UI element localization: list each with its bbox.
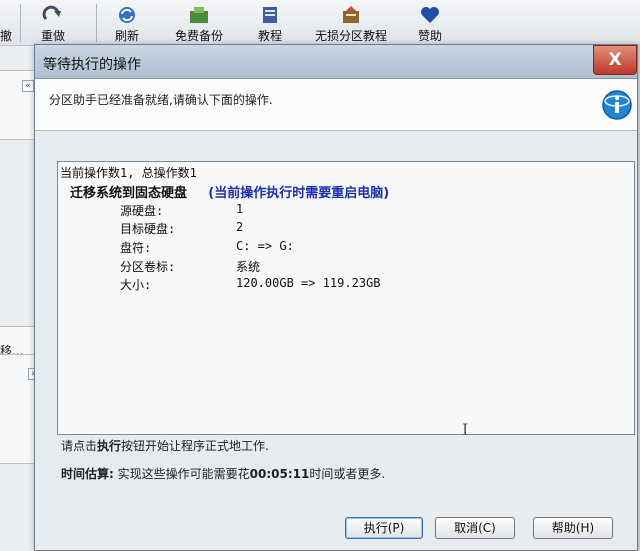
toolbar-separator [96,4,97,42]
detail-label: 分区卷标: [120,260,176,274]
detail-value: C: => G: [236,239,294,253]
pending-operations-dialog: 等待执行的操作 X 分区助手已经准备就绪,请确认下面的操作. 当前操作数1, 总… [34,44,638,551]
execute-instruction: 请点击执行按钮开始让程序正式地工作. [61,437,269,454]
detail-label: 目标硬盘: [120,222,176,236]
operation-heading: 迁移系统到固态硬盘 (当前操作执行时需要重启电脑) [70,182,389,201]
help-button[interactable]: 帮助(H) [533,517,613,539]
operation-summary: 当前操作数1, 总操作数1 [60,166,197,180]
toolbar-undo-button[interactable]: 撤 [0,2,13,44]
toolbar-separator [20,4,21,42]
detail-value: 1 [236,202,244,216]
dialog-title: 等待执行的操作 [43,57,141,73]
close-button[interactable]: X [593,45,637,75]
time-estimate: 时间估算: 实现这些操作可能需要花00:05:11时间或者更多. [61,465,385,482]
toolbar-sponsor-label: 赞助 [417,29,442,43]
instruction-suffix: 按钮开始让程序正式地工作. [121,439,269,453]
heart-icon [421,7,439,23]
operation-title: 迁移系统到固态硬盘 [70,186,188,201]
operations-list[interactable]: 当前操作数1, 总操作数1 迁移系统到固态硬盘 (当前操作执行时需要重启电脑) … [57,161,635,439]
estimate-prefix: 实现这些操作可能需要花 [113,467,250,481]
help-button-label: 帮助(H) [551,521,595,535]
redo-icon [42,5,61,21]
detail-label: 盘符: [120,241,152,255]
toolbar-redo-button[interactable]: 重做 [28,2,78,44]
detail-value: 2 [236,220,244,234]
header-message: 分区助手已经准备就绪,请确认下面的操作. [49,93,273,107]
partition-tutorial-icon [343,6,359,23]
toolbar-partition-tutorial-label: 无损分区教程 [314,29,387,43]
restart-notice: (当前操作执行时需要重启电脑) [208,186,390,201]
execute-button-label: 执行(P) [363,521,405,535]
estimate-time: 00:05:11 [249,467,310,481]
detail-value: 120.00GB => 119.23GB [236,276,381,290]
toolbar-backup-button[interactable]: 免费备份 [166,2,232,44]
dialog-header: 分区助手已经准备就绪,请确认下面的操作. [35,79,637,131]
toolbar-redo-label: 重做 [40,29,65,43]
close-icon: X [608,50,622,70]
toolbar-refresh-button[interactable]: 刷新 [102,2,152,44]
toolbar-tutorial-label: 教程 [257,29,282,43]
cancel-button[interactable]: 取消(C) [435,517,515,539]
toolbar-partition-tutorial-button[interactable]: 无损分区教程 [308,2,394,44]
dialog-titlebar[interactable]: 等待执行的操作 X [35,45,637,79]
instruction-keyword: 执行 [97,439,122,453]
text-cursor-icon: I [462,420,469,439]
detail-label: 大小: [120,278,152,292]
collapse-chevron-icon[interactable]: « [22,80,34,92]
main-toolbar: 撤 重做 刷新 免费备份 教程 无损分区教程 赞助 [0,0,640,46]
info-icon [602,90,632,120]
estimate-suffix: 时间或者更多. [309,467,386,481]
toolbar-backup-label: 免费备份 [174,29,223,43]
backup-icon [190,7,208,23]
toolbar-undo-label: 撤 [0,29,13,43]
detail-value: 系统 [236,260,261,274]
toolbar-refresh-label: 刷新 [114,29,139,43]
tutorial-book-icon [263,7,277,23]
toolbar-sponsor-button[interactable]: 赞助 [408,2,452,44]
execute-button[interactable]: 执行(P) [345,517,423,539]
detail-label: 源硬盘: [120,204,164,218]
cancel-button-label: 取消(C) [454,521,496,535]
toolbar-tutorial-button[interactable]: 教程 [246,2,294,44]
refresh-icon [119,7,135,23]
estimate-label: 时间估算: [61,467,114,481]
instruction-prefix: 请点击 [61,439,98,453]
